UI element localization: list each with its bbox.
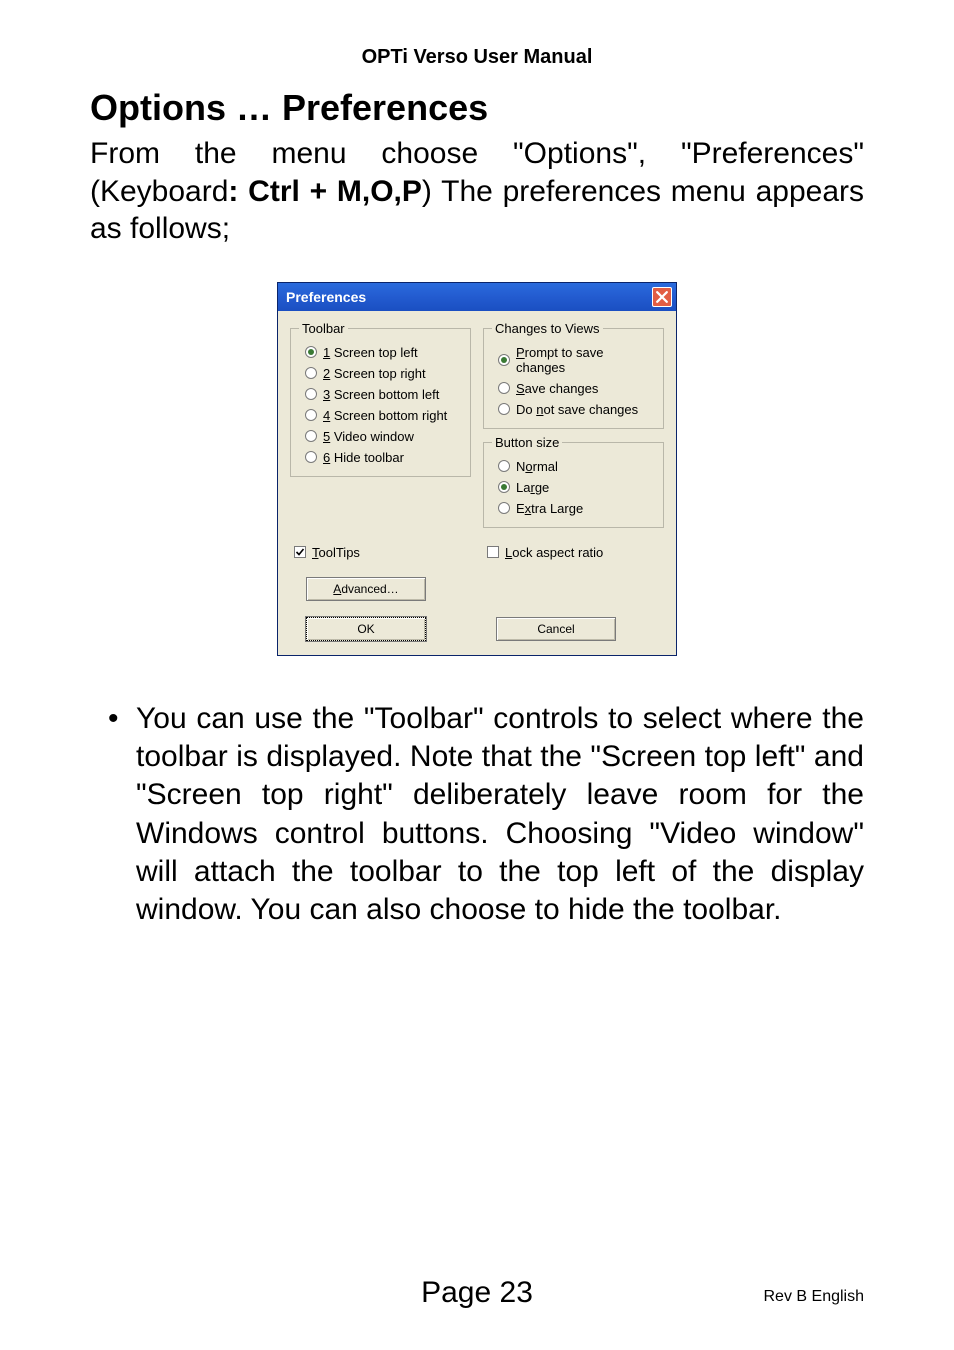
radio-icon — [305, 388, 317, 400]
radio-icon — [305, 409, 317, 421]
dialog-title: Preferences — [286, 289, 366, 305]
toolbar-opt-6[interactable]: 6 Hide toolbar — [299, 447, 462, 468]
button-size-legend: Button size — [492, 435, 562, 450]
size-opt-large[interactable]: Large — [492, 477, 655, 498]
changes-group: Changes to Views Prompt to save changes … — [483, 321, 664, 429]
radio-icon — [498, 481, 510, 493]
button-size-group: Button size Normal Large Extra Large — [483, 435, 664, 528]
dialog-titlebar: Preferences — [278, 283, 676, 311]
page-header: OPTi Verso User Manual — [90, 46, 864, 69]
lock-aspect-checkbox[interactable]: Lock aspect ratio — [483, 542, 664, 563]
size-opt-normal[interactable]: Normal — [492, 456, 655, 477]
radio-icon — [498, 382, 510, 394]
size-opt-xlarge[interactable]: Extra Large — [492, 498, 655, 519]
cancel-button[interactable]: Cancel — [496, 617, 616, 641]
close-icon[interactable] — [652, 287, 672, 307]
changes-legend: Changes to Views — [492, 321, 603, 336]
toolbar-opt-5[interactable]: 5 Video window — [299, 426, 462, 447]
toolbar-opt-2[interactable]: 2 Screen top right — [299, 363, 462, 384]
changes-opt-save[interactable]: Save changes — [492, 378, 655, 399]
section-title: Options … Preferences — [90, 87, 864, 129]
radio-icon — [305, 367, 317, 379]
checkbox-icon — [294, 546, 306, 558]
tooltips-checkbox[interactable]: ToolTips — [290, 542, 471, 563]
changes-opt-prompt[interactable]: Prompt to save changes — [492, 342, 655, 378]
intro-paragraph: From the menu choose "Options", "Prefere… — [90, 135, 864, 248]
intro-shortcut: : Ctrl + M,O,P — [228, 175, 421, 208]
advanced-button[interactable]: Advanced… — [306, 577, 426, 601]
radio-icon — [305, 430, 317, 442]
preferences-dialog: Preferences Toolbar 1 Screen top left 2 … — [277, 282, 677, 656]
revision-label: Rev B English — [764, 1288, 865, 1306]
changes-opt-donot[interactable]: Do not save changes — [492, 399, 655, 420]
ok-button[interactable]: OK — [306, 617, 426, 641]
toolbar-opt-4[interactable]: 4 Screen bottom right — [299, 405, 462, 426]
page-number: Page 23 — [421, 1276, 533, 1310]
radio-icon — [498, 354, 510, 366]
radio-icon — [498, 502, 510, 514]
toolbar-legend: Toolbar — [299, 321, 348, 336]
radio-icon — [498, 403, 510, 415]
radio-icon — [305, 346, 317, 358]
toolbar-group: Toolbar 1 Screen top left 2 Screen top r… — [290, 321, 471, 477]
toolbar-opt-1[interactable]: 1 Screen top left — [299, 342, 462, 363]
toolbar-opt-3[interactable]: 3 Screen bottom left — [299, 384, 462, 405]
bullet-paragraph: You can use the "Toolbar" controls to se… — [136, 700, 864, 930]
radio-icon — [305, 451, 317, 463]
bullet-marker: • — [108, 700, 136, 930]
radio-icon — [498, 460, 510, 472]
checkbox-icon — [487, 546, 499, 558]
